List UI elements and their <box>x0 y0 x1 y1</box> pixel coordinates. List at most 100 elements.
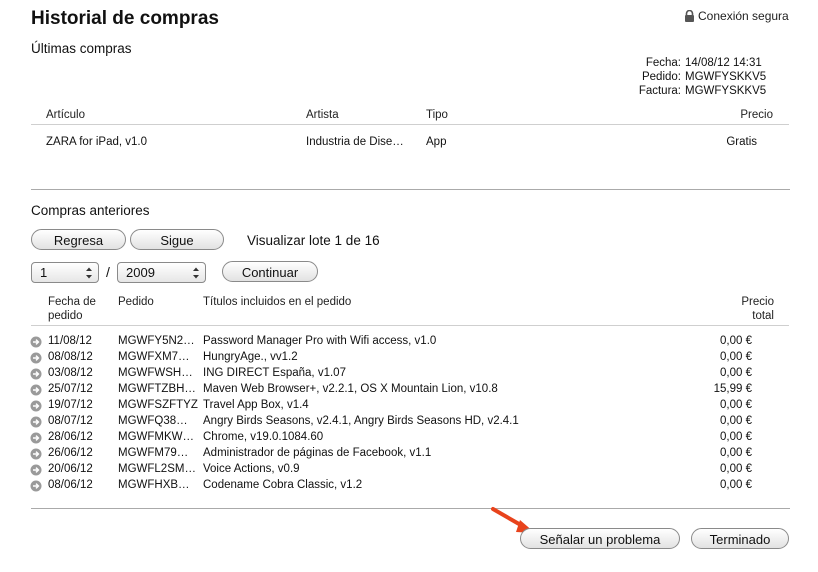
order-date: 08/08/12 <box>48 351 93 363</box>
circle-arrow-icon[interactable] <box>30 368 42 380</box>
date-label: Fecha: <box>645 57 681 69</box>
lock-icon <box>685 10 694 22</box>
order-titles: Travel App Box, v1.4 <box>203 399 309 411</box>
order-id: MGWFHXB… <box>118 479 190 491</box>
batch-indicator: Visualizar lote 1 de 16 <box>247 233 380 248</box>
header-divider <box>31 124 789 125</box>
continue-button[interactable]: Continuar <box>222 261 318 282</box>
order-titles: Voice Actions, v0.9 <box>203 463 300 475</box>
column-header-total: Precio total <box>741 296 774 322</box>
table-row[interactable]: 20/06/12 MGWFL2SM… Voice Actions, v0.9 0,00… <box>30 462 790 478</box>
updown-arrows-icon <box>86 267 92 279</box>
updown-arrows-icon <box>193 267 199 279</box>
page-title: Historial de compras <box>31 8 219 29</box>
order-date: 26/06/12 <box>48 447 93 459</box>
column-header-type: Tipo <box>426 109 448 121</box>
order-total: 0,00 € <box>720 447 752 459</box>
invoice-value: MGWFYSKKV5 <box>685 85 767 97</box>
month-value: 1 <box>40 265 48 280</box>
order-id: MGWFSZFTYZ <box>118 399 198 411</box>
report-problem-button[interactable]: Señalar un problema <box>520 528 680 549</box>
column-header-item: Artículo <box>46 109 85 121</box>
circle-arrow-icon[interactable] <box>30 336 42 348</box>
table-row[interactable]: 03/08/12 MGWFWSH… ING DIRECT España, v1.07… <box>30 366 790 382</box>
order-date: 20/06/12 <box>48 463 93 475</box>
order-id: MGWFQ38… <box>118 415 188 427</box>
order-total: 15,99 € <box>713 383 752 395</box>
order-id: MGWFMKW… <box>118 431 195 443</box>
row-type: App <box>426 136 447 148</box>
order-total: 0,00 € <box>720 415 752 427</box>
column-header-order-date: Fecha de pedido <box>48 296 96 322</box>
order-titles: HungryAge., vv1.2 <box>203 351 298 363</box>
order-date: 28/06/12 <box>48 431 93 443</box>
order-value: MGWFYSKKV5 <box>685 71 767 83</box>
order-id: MGWFY5N2… <box>118 335 195 347</box>
circle-arrow-icon[interactable] <box>30 400 42 412</box>
row-item: ZARA for iPad, v1.0 <box>46 136 147 148</box>
section-divider <box>31 189 790 190</box>
order-id: MGWFL2SM… <box>118 463 196 475</box>
order-id: MGWFM79… <box>118 447 189 459</box>
order-date: 03/08/12 <box>48 367 93 379</box>
circle-arrow-icon[interactable] <box>30 464 42 476</box>
year-select[interactable]: 2009 <box>117 262 206 283</box>
circle-arrow-icon[interactable] <box>30 384 42 396</box>
secure-connection-text: Conexión segura <box>698 9 789 23</box>
order-date: 25/07/12 <box>48 383 93 395</box>
recent-purchases-heading: Últimas compras <box>31 41 132 56</box>
order-id: MGWFWSH… <box>118 367 193 379</box>
order-total: 0,00 € <box>720 399 752 411</box>
month-select[interactable]: 1 <box>31 262 99 283</box>
date-separator: / <box>106 264 110 280</box>
column-header-order: Pedido <box>118 296 154 308</box>
table-row[interactable]: 25/07/12 MGWFTZBH… Maven Web Browser+, v2.… <box>30 382 790 398</box>
circle-arrow-icon[interactable] <box>30 448 42 460</box>
order-total: 0,00 € <box>720 335 752 347</box>
table-row[interactable]: 08/08/12 MGWFXM7… HungryAge., vv1.2 0,00 € <box>30 350 790 366</box>
table-row[interactable]: 26/06/12 MGWFM79… Administrador de páginas… <box>30 446 790 462</box>
invoice-label: Factura: <box>638 85 681 97</box>
row-artist: Industria de Diseño… <box>306 136 410 148</box>
order-id: MGWFTZBH… <box>118 383 196 395</box>
order-total: 0,00 € <box>720 367 752 379</box>
circle-arrow-icon[interactable] <box>30 480 42 492</box>
order-date: 19/07/12 <box>48 399 93 411</box>
order-titles: Administrador de páginas de Facebook, v1… <box>203 447 432 459</box>
done-button[interactable]: Terminado <box>691 528 789 549</box>
order-total: 0,00 € <box>720 351 752 363</box>
order-label: Pedido: <box>641 71 681 83</box>
order-titles: ING DIRECT España, v1.07 <box>203 367 346 379</box>
orders-header-divider <box>31 325 789 326</box>
order-date: 08/06/12 <box>48 479 93 491</box>
secure-connection-label: Conexión segura <box>684 9 789 23</box>
table-row[interactable]: 19/07/12 MGWFSZFTYZ Travel App Box, v1.4 0,… <box>30 398 790 414</box>
circle-arrow-icon[interactable] <box>30 432 42 444</box>
order-id: MGWFXM7… <box>118 351 190 363</box>
table-row[interactable]: 08/07/12 MGWFQ38… Angry Birds Seasons, v2.… <box>30 414 790 430</box>
next-button[interactable]: Sigue <box>130 229 224 250</box>
back-button[interactable]: Regresa <box>31 229 126 250</box>
order-titles: Maven Web Browser+, v2.2.1, OS X Mountai… <box>203 383 498 395</box>
order-total: 0,00 € <box>720 479 752 491</box>
order-total: 0,00 € <box>720 463 752 475</box>
table-row[interactable]: 11/08/12 MGWFY5N2… Password Manager Pro wi… <box>30 334 790 350</box>
circle-arrow-icon[interactable] <box>30 352 42 364</box>
order-titles: Angry Birds Seasons, v2.4.1, Angry Birds… <box>203 415 519 427</box>
column-header-titles: Títulos incluidos en el pedido <box>203 296 352 308</box>
date-value: 14/08/12 14:31 <box>685 57 762 69</box>
table-row[interactable]: 08/06/12 MGWFHXB… Codename Cobra Classic, … <box>30 478 790 494</box>
order-date: 08/07/12 <box>48 415 93 427</box>
year-value: 2009 <box>126 265 155 280</box>
previous-purchases-heading: Compras anteriores <box>31 203 150 218</box>
circle-arrow-icon[interactable] <box>30 416 42 428</box>
order-titles: Password Manager Pro with Wifi access, v… <box>203 335 437 347</box>
order-titles: Chrome, v19.0.1084.60 <box>203 431 324 443</box>
order-total: 0,00 € <box>720 431 752 443</box>
column-header-price: Precio <box>740 109 773 121</box>
table-row[interactable]: 28/06/12 MGWFMKW… Chrome, v19.0.1084.60 0,0… <box>30 430 790 446</box>
row-price: Gratis <box>726 136 757 148</box>
order-titles: Codename Cobra Classic, v1.2 <box>203 479 363 491</box>
footer-divider <box>31 508 790 509</box>
order-date: 11/08/12 <box>48 335 92 347</box>
